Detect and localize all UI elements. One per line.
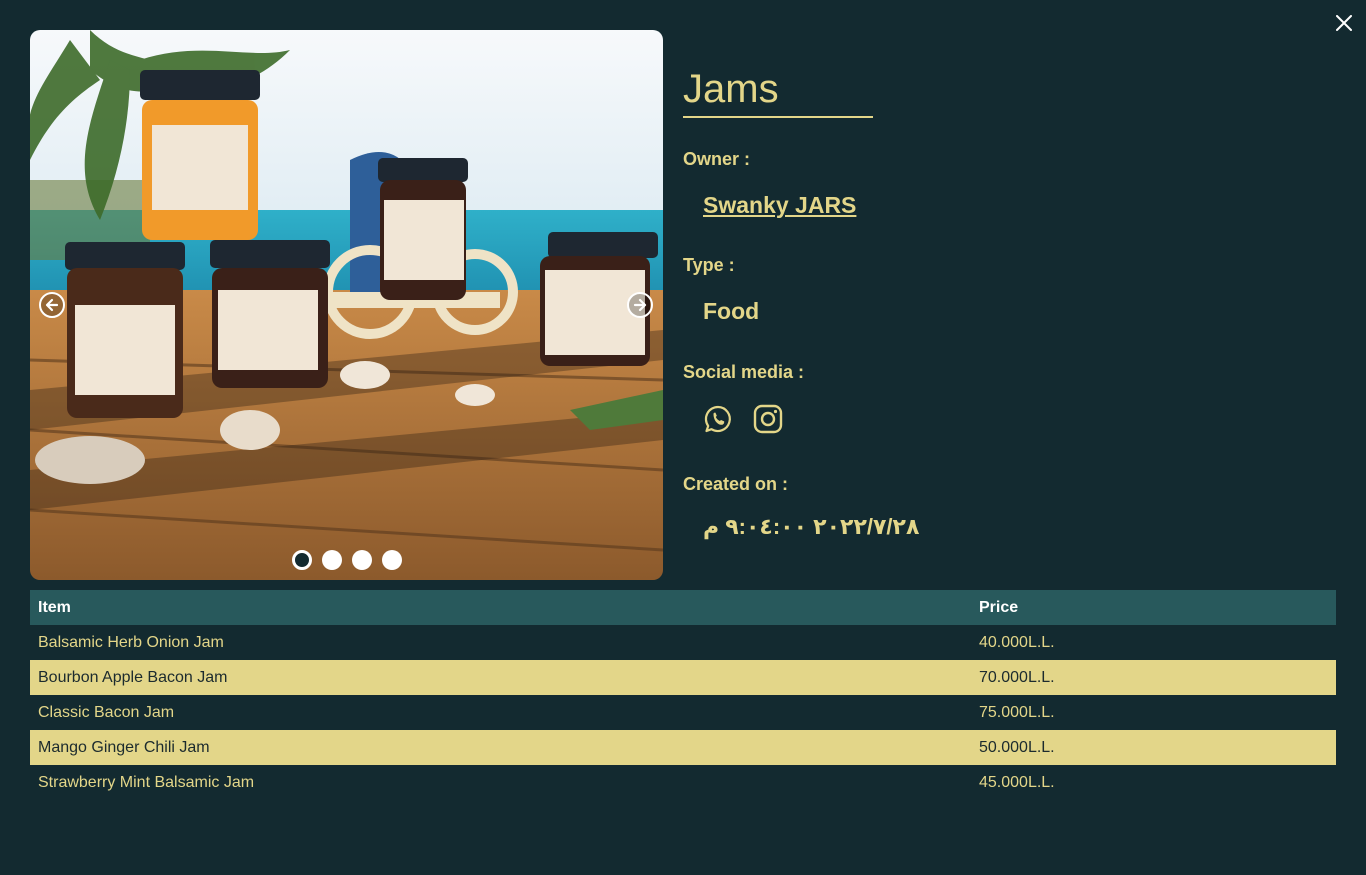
carousel-dot-4[interactable]: [382, 550, 402, 570]
social-links: [703, 404, 783, 434]
table-header-row: Item Price: [30, 590, 1336, 625]
carousel-indicators: [292, 550, 402, 570]
arrow-right-icon: [633, 298, 647, 312]
item-name: Bourbon Apple Bacon Jam: [30, 660, 971, 695]
item-name: Balsamic Herb Onion Jam: [38, 633, 224, 651]
owner-link[interactable]: Swanky JARS: [703, 192, 856, 219]
item-price: 70.000L.L.: [971, 660, 1336, 695]
product-photo: [30, 30, 663, 580]
table-row: Strawberry Mint Balsamic Jam 45.000L.L.: [30, 765, 1336, 800]
table-row: Classic Bacon Jam 75.000L.L.: [30, 695, 1336, 730]
item-name: Mango Ginger Chili Jam: [30, 730, 971, 765]
carousel-dot-1[interactable]: [292, 550, 312, 570]
items-table: Item Price Balsamic Herb Onion Jam 40.00…: [30, 590, 1336, 800]
item-name: Strawberry Mint Balsamic Jam: [38, 773, 255, 791]
column-header-item: Item: [30, 590, 971, 625]
close-icon: [1336, 15, 1352, 31]
owner-label: Owner :: [683, 149, 751, 169]
social-media-label: Social media :: [683, 362, 805, 382]
type-value: Food: [703, 298, 760, 324]
arrow-left-icon: [45, 298, 59, 312]
carousel-dot-2[interactable]: [322, 550, 342, 570]
next-slide-button[interactable]: [627, 292, 653, 318]
table-row: Bourbon Apple Bacon Jam 70.000L.L.: [30, 660, 1336, 695]
image-carousel: [30, 30, 663, 580]
carousel-dot-3[interactable]: [352, 550, 372, 570]
type-label: Type :: [683, 255, 735, 275]
item-name: Classic Bacon Jam: [38, 703, 175, 721]
created-on-label: Created on :: [683, 474, 789, 494]
table-row: Mango Ginger Chili Jam 50.000L.L.: [30, 730, 1336, 765]
item-price: 40.000L.L.: [979, 633, 1055, 651]
page-title: Jams: [683, 66, 873, 118]
table-row: Balsamic Herb Onion Jam 40.000L.L.: [30, 625, 1336, 660]
close-button[interactable]: [1330, 9, 1358, 37]
item-price: 50.000L.L.: [971, 730, 1336, 765]
instagram-icon[interactable]: [753, 404, 783, 434]
created-on-value: ٢٠٢٢/٧/٢٨ ٩:٠٤:٠٠ م: [703, 514, 920, 539]
previous-slide-button[interactable]: [39, 292, 65, 318]
item-price: 45.000L.L.: [979, 773, 1055, 791]
item-price: 75.000L.L.: [979, 703, 1055, 721]
whatsapp-icon[interactable]: [703, 404, 733, 434]
column-header-price: Price: [971, 590, 1336, 625]
